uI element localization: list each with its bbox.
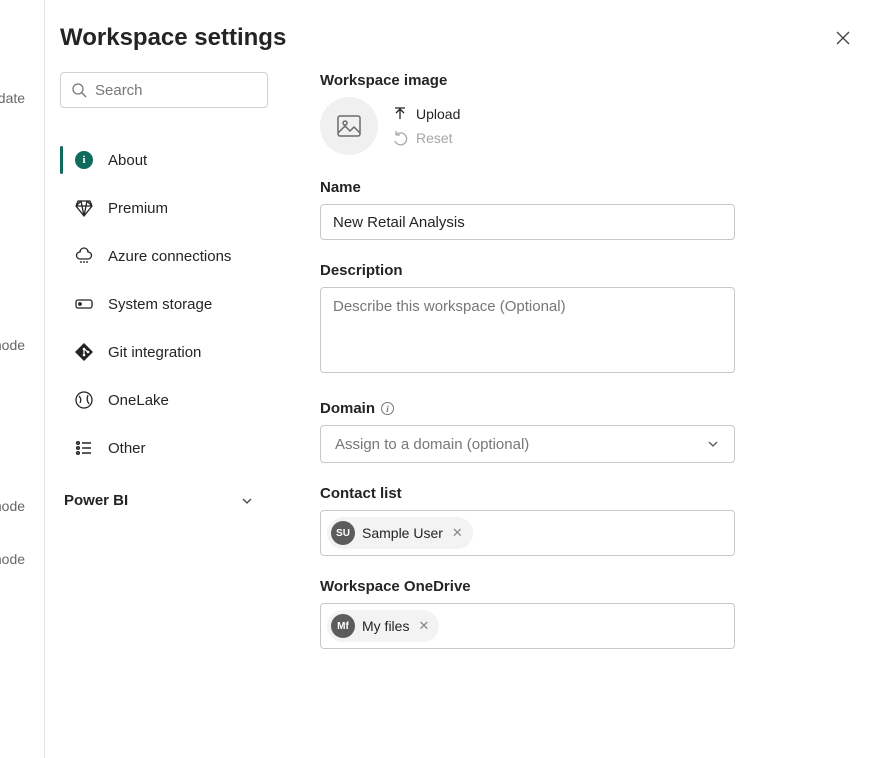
domain-label: Domain i [320, 400, 735, 417]
name-input[interactable] [320, 204, 735, 240]
chip-label: My files [362, 618, 409, 634]
onedrive-chip: Mf My files ✕ [327, 610, 439, 642]
nav-other[interactable]: Other [60, 424, 268, 472]
settings-panel: Workspace settings i About Premium [46, 0, 885, 758]
section-label: Power BI [64, 492, 128, 509]
contact-chip: SU Sample User ✕ [327, 517, 473, 549]
search-box[interactable] [60, 72, 268, 108]
upload-button[interactable]: Upload [392, 106, 460, 122]
section-powerbi[interactable]: Power BI [60, 472, 268, 509]
onedrive-label: Workspace OneDrive [320, 578, 735, 595]
name-label: Name [320, 179, 735, 196]
close-button[interactable] [831, 26, 855, 50]
onedrive-input[interactable]: Mf My files ✕ [320, 603, 735, 649]
nav-label: Azure connections [108, 248, 231, 265]
chevron-down-icon [240, 494, 254, 508]
content-area: Workspace image Upload Reset Name [294, 72, 885, 671]
chevron-down-icon [706, 437, 720, 451]
background-divider [44, 0, 45, 758]
diamond-icon [74, 198, 94, 218]
info-icon: i [75, 151, 93, 169]
search-icon [71, 82, 87, 98]
avatar: SU [331, 521, 355, 545]
cloud-icon [74, 246, 94, 266]
bg-text: mode [0, 337, 25, 353]
git-icon [74, 342, 94, 362]
bg-text: odate [0, 90, 25, 106]
reset-button: Reset [392, 130, 460, 146]
nav-label: About [108, 152, 147, 169]
panel-title: Workspace settings [60, 24, 286, 52]
nav-git-integration[interactable]: Git integration [60, 328, 268, 376]
bg-text: mode [0, 551, 25, 567]
nav-label: Other [108, 440, 146, 457]
contact-list-input[interactable]: SU Sample User ✕ [320, 510, 735, 556]
reset-icon [392, 130, 408, 146]
sidebar: i About Premium Azure connections Sy [46, 72, 294, 671]
nav-about[interactable]: i About [60, 136, 268, 184]
nav-premium[interactable]: Premium [60, 184, 268, 232]
upload-icon [392, 106, 408, 122]
nav-onelake[interactable]: OneLake [60, 376, 268, 424]
description-label: Description [320, 262, 735, 279]
workspace-image-placeholder [320, 97, 378, 155]
list-icon [74, 438, 94, 458]
remove-chip-button[interactable]: ✕ [416, 618, 431, 634]
nav-label: Premium [108, 200, 168, 217]
info-icon[interactable]: i [381, 402, 394, 415]
close-icon [835, 30, 851, 46]
domain-placeholder: Assign to a domain (optional) [335, 436, 529, 453]
avatar: Mf [331, 614, 355, 638]
nav-azure-connections[interactable]: Azure connections [60, 232, 268, 280]
nav-label: System storage [108, 296, 212, 313]
nav-label: OneLake [108, 392, 169, 409]
chip-label: Sample User [362, 525, 443, 541]
onelake-icon [74, 390, 94, 410]
description-input[interactable] [320, 287, 735, 373]
nav-system-storage[interactable]: System storage [60, 280, 268, 328]
reset-label: Reset [416, 130, 453, 146]
nav-label: Git integration [108, 344, 201, 361]
remove-chip-button[interactable]: ✕ [450, 525, 465, 541]
domain-select[interactable]: Assign to a domain (optional) [320, 425, 735, 463]
upload-label: Upload [416, 106, 460, 122]
workspace-image-label: Workspace image [320, 72, 735, 89]
image-icon [335, 112, 363, 140]
search-input[interactable] [95, 82, 257, 99]
bg-text: mode [0, 498, 25, 514]
contact-list-label: Contact list [320, 485, 735, 502]
storage-icon [74, 295, 94, 313]
